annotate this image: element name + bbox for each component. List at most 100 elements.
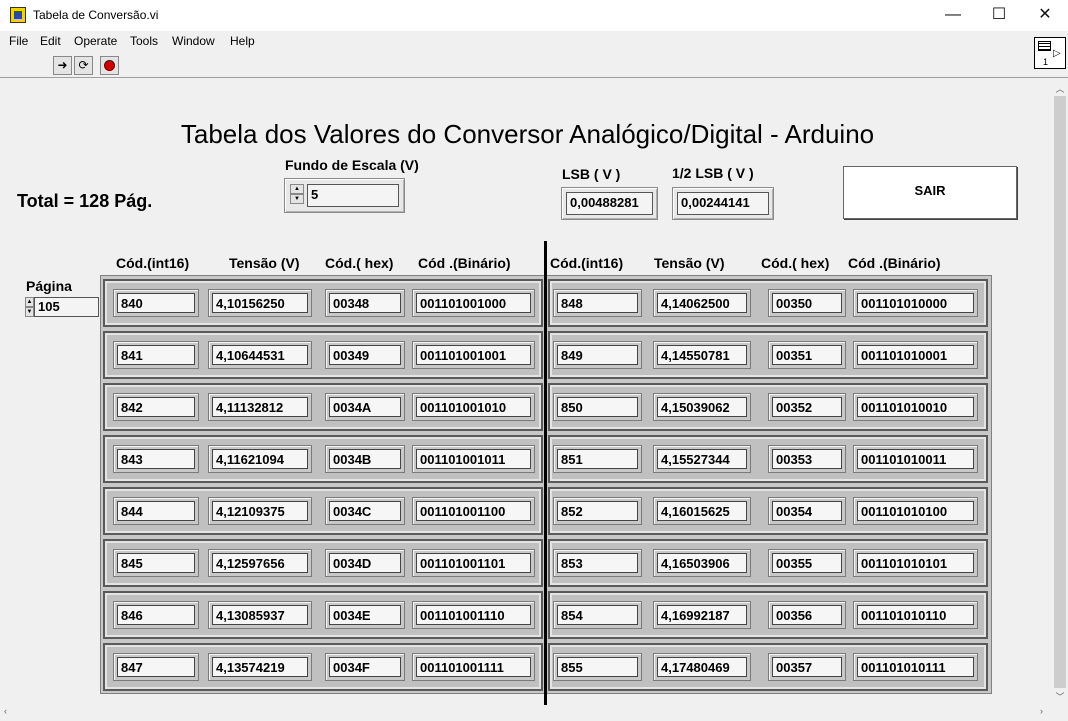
increment-icon[interactable]: ▲ (290, 184, 304, 194)
run-arrow-icon: ➜ (57, 58, 68, 72)
voltage-cell: 4,14550781 (653, 341, 751, 369)
code-int16-value: 842 (117, 397, 195, 417)
menu-tools[interactable]: Tools (130, 34, 158, 48)
code-binary-value: 001101010100 (857, 501, 974, 521)
code-hex-value: 00350 (772, 293, 842, 313)
code-hex-cell: 0034C (325, 497, 405, 525)
run-button[interactable]: ➜ (53, 56, 72, 75)
play-glyph-icon: ▷ (1053, 48, 1061, 59)
code-hex-cell: 00354 (768, 497, 846, 525)
code-hex-cell: 00351 (768, 341, 846, 369)
code-hex-value: 00351 (772, 345, 842, 365)
scroll-left-icon[interactable]: ‹ (4, 706, 7, 716)
menu-operate[interactable]: Operate (74, 34, 117, 48)
table-row-left: 844 4,12109375 0034C 001101001100 (103, 487, 543, 535)
run-continuously-button[interactable]: ⟳ (74, 56, 93, 75)
vi-icon-number: 1 (1043, 57, 1049, 67)
scrollbar-corner (1052, 705, 1068, 721)
half-lsb-value: 0,00244141 (677, 192, 769, 215)
code-binary-value: 001101010001 (857, 345, 974, 365)
code-int16-cell: 851 (553, 445, 642, 473)
menu-edit[interactable]: Edit (40, 34, 61, 48)
code-binary-cell: 001101010100 (853, 497, 978, 525)
code-hex-value: 00353 (772, 449, 842, 469)
voltage-cell: 4,13085937 (208, 601, 312, 629)
code-binary-cell: 001101001010 (412, 393, 535, 421)
code-hex-value: 00352 (772, 397, 842, 417)
code-binary-value: 001101001001 (416, 345, 531, 365)
scroll-right-icon[interactable]: › (1040, 706, 1043, 716)
page-decrement-icon[interactable]: ▼ (25, 307, 34, 317)
code-int16-cell: 840 (113, 289, 199, 317)
code-binary-cell: 001101001111 (412, 653, 535, 681)
code-hex-cell: 0034F (325, 653, 405, 681)
menu-file[interactable]: File (9, 34, 28, 48)
pagina-control: Página ▲ ▼ 105 (23, 275, 100, 319)
code-int16-value: 847 (117, 657, 195, 677)
voltage-value: 4,12597656 (212, 553, 308, 573)
voltage-cell: 4,11132812 (208, 393, 312, 421)
close-button[interactable]: ✕ (1022, 0, 1068, 31)
code-binary-cell: 001101001011 (412, 445, 535, 473)
code-hex-cell: 00350 (768, 289, 846, 317)
menu-window[interactable]: Window (172, 34, 215, 48)
code-int16-value: 840 (117, 293, 195, 313)
voltage-cell: 4,16992187 (653, 601, 751, 629)
code-hex-value: 00357 (772, 657, 842, 677)
code-binary-cell: 001101010010 (853, 393, 978, 421)
voltage-value: 4,16015625 (657, 501, 747, 521)
code-hex-value: 00349 (329, 345, 401, 365)
horizontal-scrollbar[interactable]: ‹ › (0, 705, 1052, 721)
code-binary-value: 001101010010 (857, 397, 974, 417)
code-hex-value: 00348 (329, 293, 401, 313)
table-row-left: 846 4,13085937 0034E 001101001110 (103, 591, 543, 639)
voltage-value: 4,16503906 (657, 553, 747, 573)
voltage-cell: 4,10644531 (208, 341, 312, 369)
code-int16-value: 852 (557, 501, 638, 521)
code-int16-cell: 842 (113, 393, 199, 421)
code-int16-value: 848 (557, 293, 638, 313)
panel-title: Tabela dos Valores do Conversor Analógic… (180, 119, 875, 149)
code-int16-value: 843 (117, 449, 195, 469)
window-title: Tabela de Conversão.vi (33, 8, 159, 22)
code-hex-value: 0034B (329, 449, 401, 469)
pagina-input[interactable]: 105 (34, 297, 99, 317)
scroll-up-icon[interactable]: ︿ (1052, 82, 1068, 95)
fundo-escala-input[interactable]: 5 (307, 184, 399, 207)
code-int16-value: 844 (117, 501, 195, 521)
code-binary-value: 001101001100 (416, 501, 531, 521)
decrement-icon[interactable]: ▼ (290, 194, 304, 204)
code-int16-cell: 848 (553, 289, 642, 317)
col-header-int16-right: Cód.(int16) (550, 255, 624, 271)
code-int16-value: 851 (557, 449, 638, 469)
voltage-value: 4,10644531 (212, 345, 308, 365)
abort-button[interactable] (100, 56, 119, 75)
page-increment-icon[interactable]: ▲ (25, 297, 34, 307)
menu-help[interactable]: Help (230, 34, 255, 48)
maximize-button[interactable]: ☐ (976, 0, 1022, 31)
voltage-value: 4,15527344 (657, 449, 747, 469)
voltage-cell: 4,16503906 (653, 549, 751, 577)
voltage-cell: 4,13574219 (208, 653, 312, 681)
voltage-value: 4,11621094 (212, 449, 308, 469)
code-int16-cell: 849 (553, 341, 642, 369)
minimize-button[interactable]: — (930, 0, 976, 31)
vertical-scroll-thumb[interactable] (1054, 96, 1066, 688)
vi-connector-icon: ▷ 1 (1034, 37, 1066, 69)
vertical-scrollbar[interactable]: ︿ ﹀ (1052, 79, 1068, 705)
sair-button[interactable]: SAIR (843, 166, 1017, 219)
toolbar: ➜ ⟳ (0, 53, 1068, 78)
scroll-down-icon[interactable]: ﹀ (1052, 690, 1068, 703)
col-header-int16-left: Cód.(int16) (116, 255, 190, 271)
code-hex-value: 00355 (772, 553, 842, 573)
half-lsb-frame: 0,00244141 (672, 187, 774, 220)
voltage-cell: 4,17480469 (653, 653, 751, 681)
code-hex-value: 0034A (329, 397, 401, 417)
voltage-cell: 4,16015625 (653, 497, 751, 525)
total-pages-label: Total = 128 Pág. (17, 191, 153, 211)
code-int16-cell: 841 (113, 341, 199, 369)
voltage-value: 4,13085937 (212, 605, 308, 625)
table-row-right: 855 4,17480469 00357 001101010111 (548, 643, 988, 691)
code-binary-cell: 001101010110 (853, 601, 978, 629)
code-int16-cell: 843 (113, 445, 199, 473)
